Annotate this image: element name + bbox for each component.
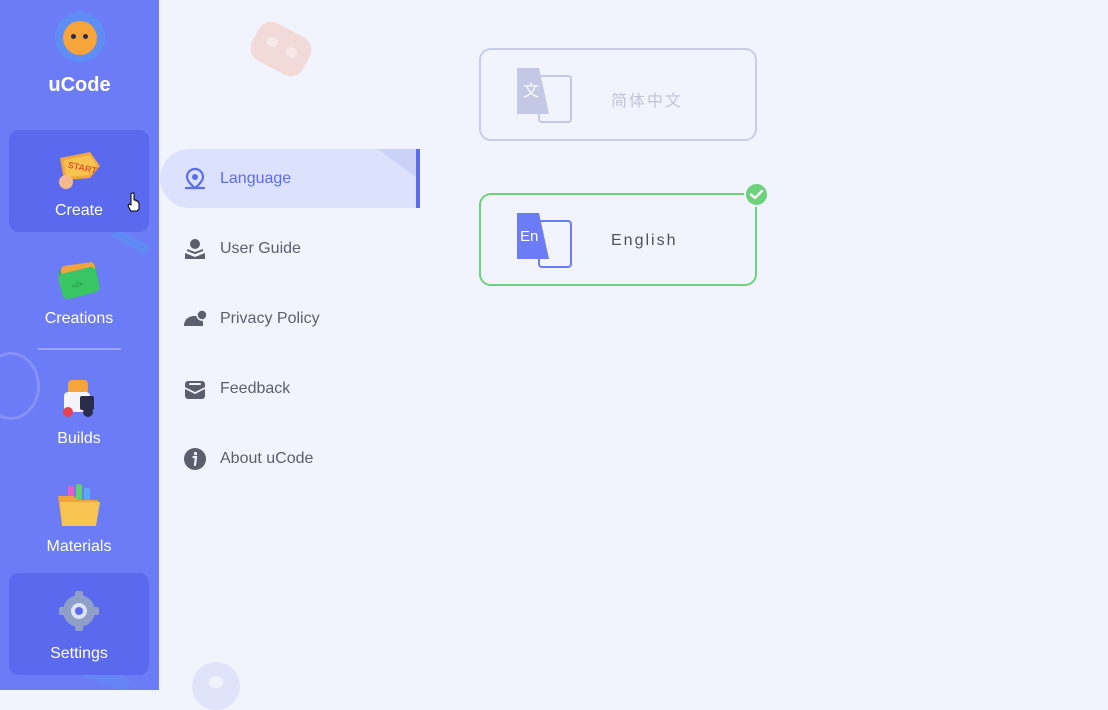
- language-chinese-icon: 文: [517, 68, 572, 123]
- language-option-english[interactable]: En English: [479, 193, 757, 286]
- menu-item-label: Privacy Policy: [220, 310, 320, 327]
- user-guide-icon: [185, 239, 205, 259]
- info-icon: [184, 448, 206, 470]
- menu-item-privacy-policy[interactable]: Privacy Policy: [160, 289, 418, 348]
- app-title: uCode: [48, 74, 111, 96]
- svg-text:文: 文: [523, 81, 539, 100]
- language-option-chinese[interactable]: 文 简体中文: [479, 48, 757, 141]
- decorative-brick: [245, 16, 317, 82]
- sidebar-item-create[interactable]: START Create: [9, 130, 149, 232]
- sidebar: uCode START Create </> Creations Builds: [0, 0, 159, 690]
- selected-check-icon: [744, 182, 769, 207]
- location-pin-icon: [184, 167, 206, 190]
- sidebar-divider: [38, 348, 121, 350]
- menu-item-feedback[interactable]: Feedback: [160, 359, 418, 418]
- start-icon: START: [59, 152, 100, 189]
- sidebar-item-label: Materials: [46, 538, 112, 555]
- sidebar-item-label: Creations: [44, 310, 114, 327]
- menu-item-user-guide[interactable]: User Guide: [160, 219, 418, 278]
- menu-item-label: Feedback: [220, 380, 291, 397]
- sidebar-item-creations[interactable]: </> Creations: [9, 238, 149, 340]
- sidebar-item-settings[interactable]: Settings: [9, 573, 149, 675]
- language-english-icon: En: [517, 213, 572, 268]
- menu-item-label: About uCode: [220, 450, 314, 467]
- folder-icon: </>: [58, 262, 100, 300]
- hand-cursor-icon: [127, 192, 140, 212]
- sidebar-item-builds[interactable]: Builds: [9, 358, 149, 460]
- materials-folder-icon: [58, 484, 100, 526]
- menu-item-label: User Guide: [220, 240, 301, 257]
- gear-icon: [59, 591, 99, 631]
- sidebar-item-materials[interactable]: Materials: [9, 466, 149, 568]
- menu-item-label: Language: [220, 170, 292, 187]
- mail-icon: [184, 381, 206, 399]
- language-option-label: English: [611, 232, 678, 249]
- privacy-icon: [184, 309, 207, 326]
- language-option-label: 简体中文: [611, 93, 684, 110]
- decorative-brick: [192, 662, 240, 710]
- sidebar-item-label: Builds: [57, 430, 101, 447]
- menu-item-about[interactable]: About uCode: [160, 429, 418, 488]
- robot-icon: [63, 380, 94, 417]
- sidebar-item-label: Settings: [50, 645, 108, 662]
- app-logo: [55, 12, 105, 62]
- menu-item-language[interactable]: Language: [160, 149, 420, 208]
- svg-text:En: En: [520, 228, 538, 245]
